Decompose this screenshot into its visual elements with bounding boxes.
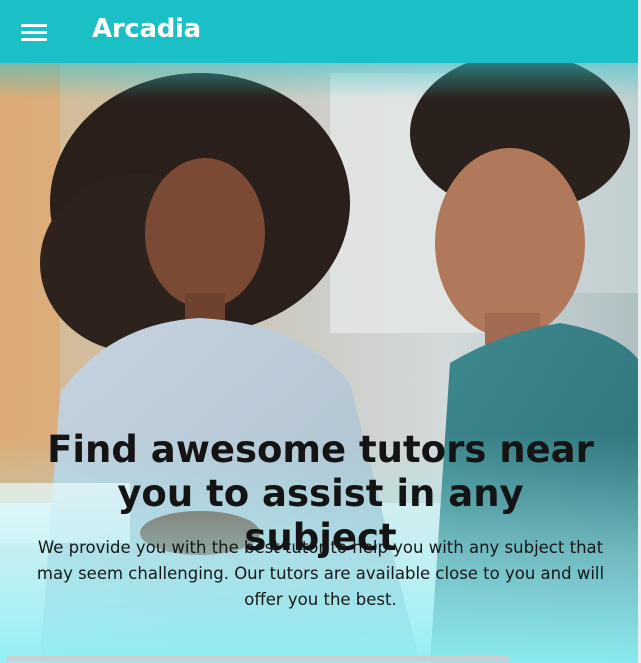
hero-section: Find awesome tutors near you to assist i… (0, 63, 641, 663)
brand-logo-text[interactable]: Arcadia (92, 14, 201, 44)
hamburger-menu-icon[interactable] (21, 24, 47, 42)
hero-subtitle: We provide you with the best tutor to he… (36, 538, 605, 609)
horizontal-scrollbar[interactable] (6, 656, 510, 661)
top-app-bar: Arcadia (0, 0, 641, 63)
